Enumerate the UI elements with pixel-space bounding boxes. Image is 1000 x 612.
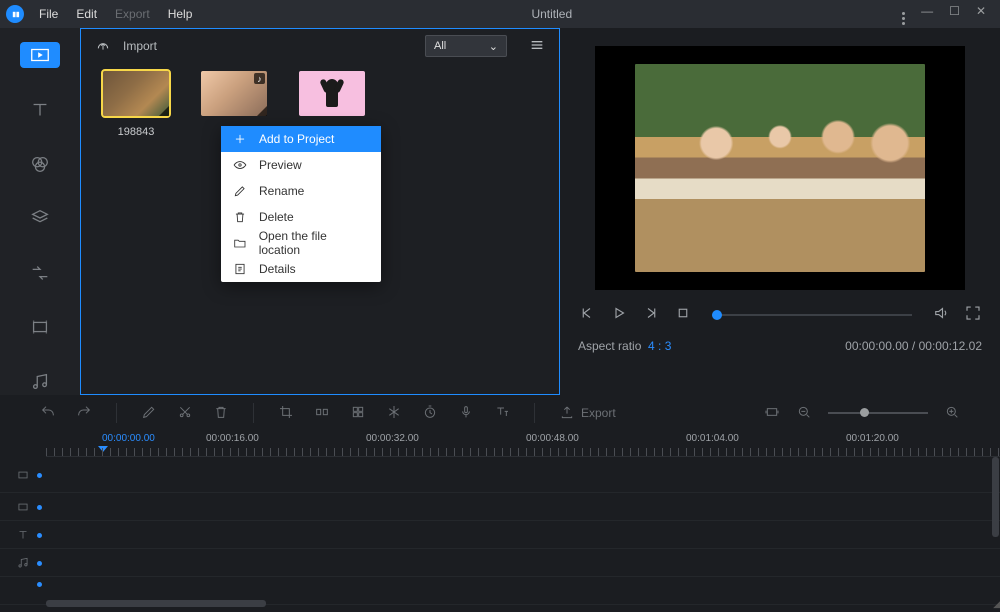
- audio-badge-icon: ♪: [254, 73, 265, 84]
- menu-file[interactable]: File: [30, 0, 67, 28]
- preview-pane: Aspect ratio 4 : 3 00:00:00.00 / 00:00:1…: [560, 28, 1000, 395]
- minimize-icon[interactable]: ―: [921, 4, 933, 25]
- menu-help[interactable]: Help: [159, 0, 202, 28]
- ctx-add-to-project[interactable]: Add to Project: [221, 126, 381, 152]
- ctx-label: Rename: [259, 184, 304, 198]
- play-button[interactable]: [610, 304, 628, 325]
- split-button[interactable]: [314, 404, 330, 423]
- preview-slider[interactable]: [712, 314, 912, 316]
- sidebar-overlay[interactable]: [20, 205, 60, 231]
- menu-edit[interactable]: Edit: [67, 0, 106, 28]
- ruler-tick: 00:00:16.00: [206, 433, 259, 444]
- sidebar-text[interactable]: [20, 96, 60, 122]
- v-scrollbar[interactable]: [992, 457, 999, 537]
- crop-button[interactable]: [278, 404, 294, 423]
- import-icon[interactable]: [95, 37, 111, 56]
- track-audio[interactable]: [0, 549, 1000, 577]
- freeze-button[interactable]: [386, 404, 402, 423]
- zoom-out-button[interactable]: [796, 404, 812, 423]
- undo-button[interactable]: [40, 404, 56, 423]
- ctx-details[interactable]: Details: [221, 256, 381, 282]
- window-title: Untitled: [201, 7, 902, 21]
- aspect-value: 4 : 3: [648, 339, 671, 353]
- filter-selected: All: [434, 40, 446, 52]
- resize-grip[interactable]: ◢: [993, 599, 998, 610]
- h-scrollbar[interactable]: [46, 600, 266, 607]
- redo-button[interactable]: [76, 404, 92, 423]
- text-tool-button[interactable]: [494, 404, 510, 423]
- aspect-ratio: Aspect ratio 4 : 3: [578, 339, 671, 353]
- volume-button[interactable]: [932, 304, 950, 325]
- sidebar-transitions[interactable]: [20, 260, 60, 286]
- zoom-in-button[interactable]: [944, 404, 960, 423]
- cut-button[interactable]: [177, 404, 193, 423]
- ruler-tick: 00:01:20.00: [846, 433, 899, 444]
- time-current: 00:00:00.00: [845, 339, 908, 353]
- track-text[interactable]: [0, 521, 1000, 549]
- preview-frame: [635, 64, 925, 272]
- ruler-tick: 00:00:32.00: [366, 433, 419, 444]
- aspect-label: Aspect ratio: [578, 339, 641, 353]
- fit-button[interactable]: [764, 404, 780, 423]
- app-logo: [6, 5, 24, 23]
- filter-dropdown[interactable]: All ⌄: [425, 35, 507, 57]
- delete-button[interactable]: [213, 404, 229, 423]
- close-icon[interactable]: ✕: [976, 4, 986, 25]
- media-thumb-label: 198843: [103, 126, 169, 138]
- ctx-label: Open the file location: [259, 229, 369, 257]
- next-frame-button[interactable]: [642, 304, 660, 325]
- ctx-label: Preview: [259, 158, 302, 172]
- ctx-delete[interactable]: Delete: [221, 204, 381, 230]
- timeline-ruler[interactable]: 00:00:00.00 00:00:16.00 00:00:32.00 00:0…: [46, 431, 1000, 457]
- zoom-slider[interactable]: [828, 412, 928, 414]
- media-thumb-0[interactable]: 198843: [103, 71, 169, 138]
- maximize-icon[interactable]: ☐: [949, 4, 960, 25]
- sidebar-media[interactable]: [20, 42, 60, 68]
- edit-toolbar: Export: [0, 395, 1000, 431]
- edit-button[interactable]: [141, 404, 157, 423]
- sidebar-filters[interactable]: [20, 151, 60, 177]
- ctx-preview[interactable]: Preview: [221, 152, 381, 178]
- ruler-tick: 00:00:48.00: [526, 433, 579, 444]
- mosaic-button[interactable]: [350, 404, 366, 423]
- media-panel: Import All ⌄ 198843 ♪ 20.png: [80, 28, 560, 395]
- more-icon[interactable]: [902, 4, 905, 25]
- ctx-open-location[interactable]: Open the file location: [221, 230, 381, 256]
- duration-button[interactable]: [422, 404, 438, 423]
- context-menu: Add to Project Preview Rename Delete Ope…: [221, 126, 381, 282]
- sidebar-elements[interactable]: [20, 314, 60, 340]
- timeline: 00:00:00.00 00:00:16.00 00:00:32.00 00:0…: [0, 431, 1000, 612]
- list-view-icon[interactable]: [529, 37, 545, 56]
- ctx-rename[interactable]: Rename: [221, 178, 381, 204]
- ctx-label: Delete: [259, 210, 294, 224]
- video-preview[interactable]: [595, 46, 965, 290]
- time-display: 00:00:00.00 / 00:00:12.02: [845, 339, 982, 353]
- export-label: Export: [581, 406, 616, 420]
- fullscreen-button[interactable]: [964, 304, 982, 325]
- track-video-2[interactable]: [0, 493, 1000, 521]
- menu-export[interactable]: Export: [106, 0, 159, 28]
- playhead-label: 00:00:00.00: [102, 433, 155, 444]
- ctx-label: Add to Project: [259, 132, 334, 146]
- stop-button[interactable]: [674, 304, 692, 325]
- titlebar: File Edit Export Help Untitled ― ☐ ✕: [0, 0, 1000, 28]
- ctx-label: Details: [259, 262, 296, 276]
- sidebar-audio[interactable]: [20, 369, 60, 395]
- voiceover-button[interactable]: [458, 404, 474, 423]
- time-total: 00:00:12.02: [919, 339, 982, 353]
- sidebar: [0, 28, 80, 395]
- import-button[interactable]: Import: [123, 39, 157, 53]
- track-video-1[interactable]: [0, 457, 1000, 493]
- ruler-tick: 00:01:04.00: [686, 433, 739, 444]
- chevron-down-icon: ⌄: [489, 40, 498, 53]
- prev-frame-button[interactable]: [578, 304, 596, 325]
- export-button[interactable]: Export: [559, 405, 616, 421]
